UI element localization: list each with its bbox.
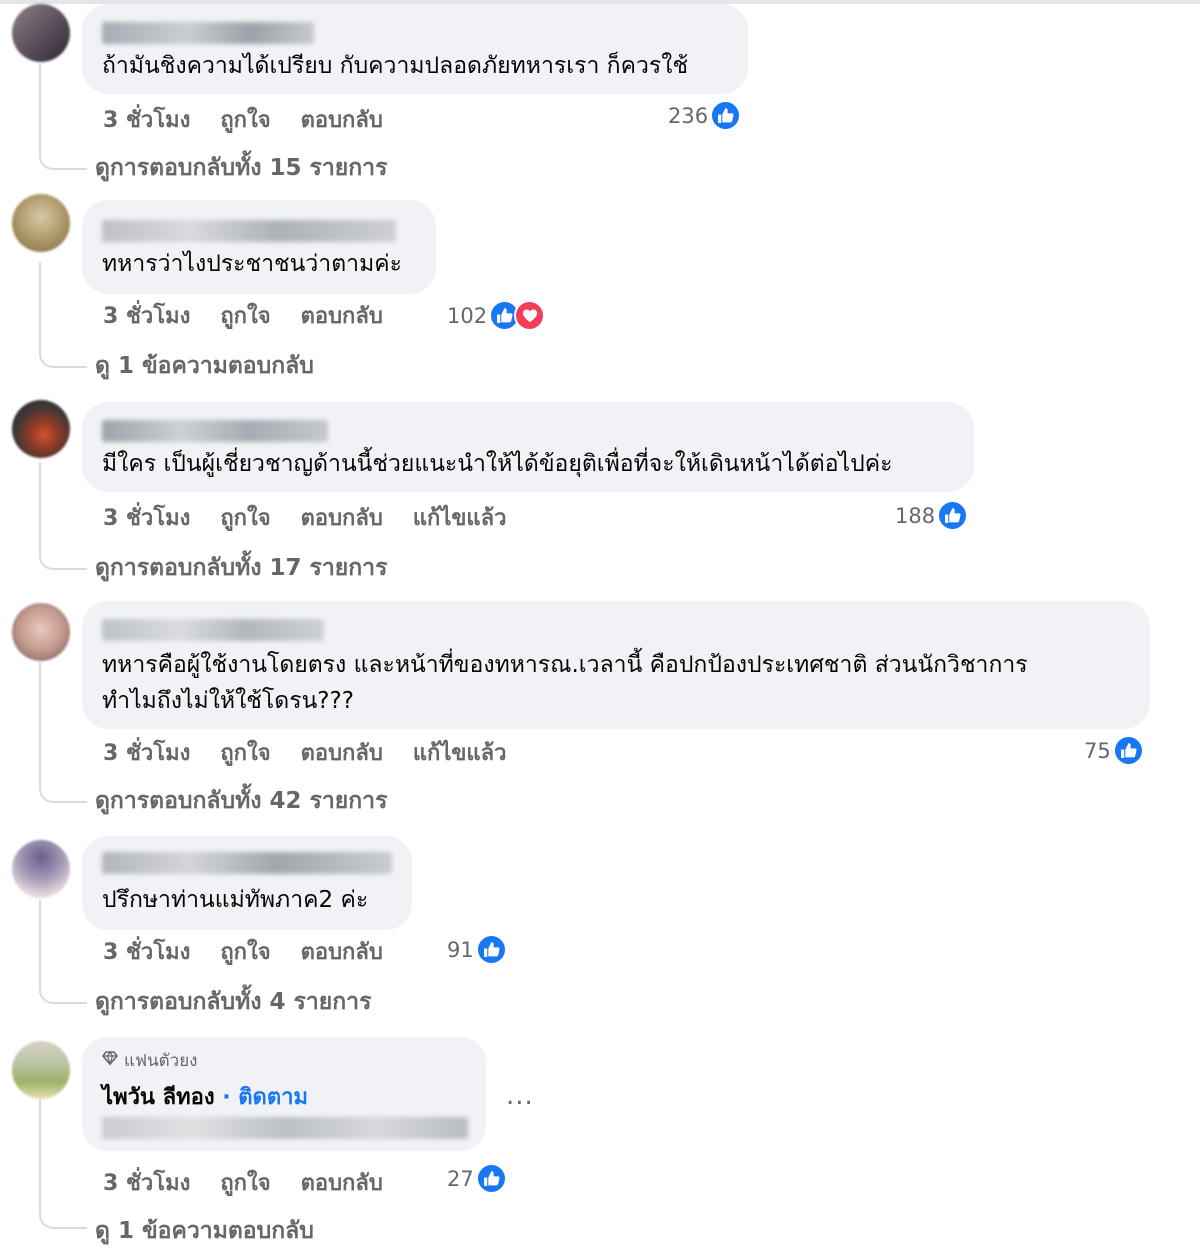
comment-text: ทหารว่าไงประชาชนว่าตามค่ะ: [102, 251, 402, 277]
comment-text: ทหารคือผู้ใช้งานโดยตรง และหน้าที่ของทหาร…: [102, 652, 1028, 714]
like-icon: [937, 500, 969, 531]
edited-label[interactable]: แก้ไขแล้ว: [413, 735, 507, 770]
blurred-author-name[interactable]: [102, 852, 392, 874]
thread-connector: [39, 1099, 87, 1229]
more-options-button[interactable]: ...: [506, 1081, 534, 1111]
reaction-count: 27: [447, 1166, 474, 1191]
comment-actions: 3 ชั่วโมง ถูกใจ ตอบกลับ: [103, 298, 383, 333]
reply-button[interactable]: ตอบกลับ: [301, 1165, 383, 1200]
reaction-summary[interactable]: 27: [447, 1163, 507, 1194]
reaction-summary[interactable]: 188: [895, 500, 969, 531]
view-replies-link[interactable]: ดู 1 ข้อความตอบกลับ: [95, 348, 314, 384]
comment-bubble: มีใคร เป็นผู้เชี่ยวชาญด้านนี้ช่วยแนะนำให…: [82, 402, 974, 492]
reply-button[interactable]: ตอบกลับ: [301, 735, 383, 770]
edited-label[interactable]: แก้ไขแล้ว: [413, 500, 507, 535]
comment-text: ปรึกษาท่านแม่ทัพภาค2 ค่ะ: [102, 887, 369, 913]
diamond-icon: [101, 1050, 119, 1071]
reaction-count: 91: [447, 937, 474, 962]
reply-button[interactable]: ตอบกลับ: [301, 500, 383, 535]
reply-button[interactable]: ตอบกลับ: [301, 934, 383, 969]
thread-connector: [39, 62, 87, 170]
blurred-author-name[interactable]: [102, 220, 396, 242]
reaction-summary[interactable]: 75: [1084, 735, 1144, 766]
thread-connector: [39, 262, 87, 368]
blurred-author-name[interactable]: [102, 420, 328, 442]
timestamp-link[interactable]: 3 ชั่วโมง: [103, 735, 190, 770]
thread-connector: [39, 900, 87, 1004]
timestamp-link[interactable]: 3 ชั่วโมง: [103, 102, 190, 137]
follow-link[interactable]: ติดตาม: [238, 1085, 308, 1110]
reaction-count: 102: [447, 303, 488, 328]
comment-actions: 3 ชั่วโมง ถูกใจ ตอบกลับ: [103, 1165, 383, 1200]
comment-bubble: ทหารคือผู้ใช้งานโดยตรง และหน้าที่ของทหาร…: [82, 601, 1150, 729]
avatar[interactable]: [12, 194, 70, 252]
comment-bubble: ทหารว่าไงประชาชนว่าตามค่ะ: [82, 200, 436, 294]
timestamp-link[interactable]: 3 ชั่วโมง: [103, 298, 190, 333]
reaction-summary[interactable]: 236: [668, 100, 742, 131]
like-icon: [1112, 735, 1144, 766]
timestamp-link[interactable]: 3 ชั่วโมง: [103, 500, 190, 535]
like-icon: [475, 934, 507, 965]
like-button[interactable]: ถูกใจ: [220, 500, 270, 535]
reply-button[interactable]: ตอบกลับ: [301, 102, 383, 137]
like-button[interactable]: ถูกใจ: [220, 298, 270, 333]
comment-text: ถ้ามันชิงความได้เปรียบ กับความปลอดภัยทหา…: [102, 53, 689, 79]
timestamp-link[interactable]: 3 ชั่วโมง: [103, 934, 190, 969]
view-replies-link[interactable]: ดูการตอบกลับทั้ง 4 รายการ: [95, 984, 371, 1020]
reaction-summary[interactable]: 91: [447, 934, 507, 965]
view-replies-link[interactable]: ดูการตอบกลับทั้ง 42 รายการ: [95, 783, 387, 819]
thread-connector: [39, 661, 87, 803]
like-button[interactable]: ถูกใจ: [220, 735, 270, 770]
reaction-count: 188: [895, 503, 936, 528]
separator: ·: [222, 1085, 231, 1110]
like-button[interactable]: ถูกใจ: [220, 1165, 270, 1200]
reaction-count: 236: [668, 103, 709, 128]
like-button[interactable]: ถูกใจ: [220, 102, 270, 137]
thread-connector: [39, 462, 87, 570]
comment-actions: 3 ชั่วโมง ถูกใจ ตอบกลับ แก้ไขแล้ว: [103, 500, 506, 535]
comment-actions: 3 ชั่วโมง ถูกใจ ตอบกลับ แก้ไขแล้ว: [103, 735, 506, 770]
avatar[interactable]: [12, 840, 70, 898]
reply-button[interactable]: ตอบกลับ: [301, 298, 383, 333]
timestamp-link[interactable]: 3 ชั่วโมง: [103, 1165, 190, 1200]
reaction-count: 75: [1084, 738, 1111, 763]
comment-actions: 3 ชั่วโมง ถูกใจ ตอบกลับ: [103, 934, 383, 969]
comment-bubble: ถ้ามันชิงความได้เปรียบ กับความปลอดภัยทหา…: [82, 4, 748, 94]
top-fan-badge: แฟนตัวยง: [101, 1047, 198, 1074]
comment-bubble: ปรึกษาท่านแม่ทัพภาค2 ค่ะ: [82, 836, 412, 930]
blurred-author-name[interactable]: [102, 22, 314, 44]
avatar[interactable]: [12, 603, 70, 661]
avatar[interactable]: [12, 400, 70, 458]
view-replies-link[interactable]: ดูการตอบกลับทั้ง 17 รายการ: [95, 550, 387, 586]
love-icon: [514, 300, 546, 331]
comment-actions: 3 ชั่วโมง ถูกใจ ตอบกลับ: [103, 102, 383, 137]
blurred-comment-text: [102, 1117, 468, 1139]
comment-text: มีใคร เป็นผู้เชี่ยวชาญด้านนี้ช่วยแนะนำให…: [102, 451, 893, 477]
like-button[interactable]: ถูกใจ: [220, 934, 270, 969]
view-replies-link[interactable]: ดู 1 ข้อความตอบกลับ: [95, 1213, 314, 1249]
like-icon: [710, 100, 742, 131]
avatar[interactable]: [12, 1041, 70, 1099]
view-replies-link[interactable]: ดูการตอบกลับทั้ง 15 รายการ: [95, 150, 387, 186]
like-icon: [475, 1163, 507, 1194]
blurred-author-name[interactable]: [102, 619, 324, 641]
author-name[interactable]: ไพวัน ลีทอง: [102, 1085, 215, 1110]
author-row: ไพวัน ลีทอง · ติดตาม: [102, 1079, 308, 1114]
reaction-summary[interactable]: 102: [447, 300, 546, 331]
badge-label: แฟนตัวยง: [124, 1051, 198, 1071]
avatar[interactable]: [12, 4, 70, 62]
comment-bubble: แฟนตัวยง ไพวัน ลีทอง · ติดตาม: [82, 1037, 486, 1151]
